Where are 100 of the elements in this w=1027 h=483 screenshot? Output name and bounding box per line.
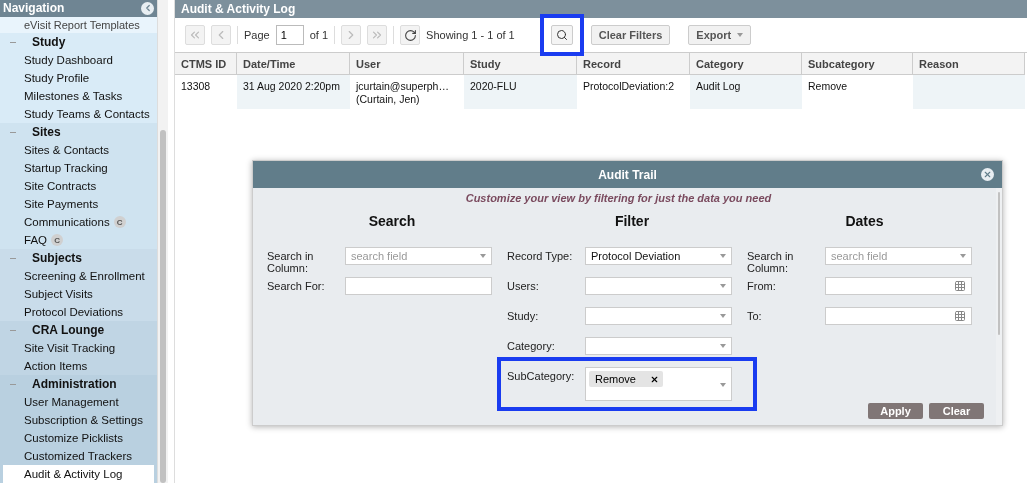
nav-group-label[interactable]: CRA Lounge (32, 323, 105, 337)
nav-item-label: Study Dashboard (24, 54, 113, 66)
column-header[interactable]: Study (464, 53, 577, 75)
page-input[interactable]: 1 (275, 25, 304, 45)
caret-icon (480, 254, 486, 258)
column-header[interactable]: Reason (913, 53, 1025, 75)
field-label: Search in Column: (267, 249, 315, 274)
collapse-icon[interactable] (141, 1, 154, 15)
column-header[interactable]: Record (577, 53, 690, 75)
scrollbar[interactable] (996, 188, 1002, 425)
nav-item-label: Milestones & Tasks (24, 90, 123, 102)
nav-group-label[interactable]: Subjects (32, 251, 82, 265)
multi-select-field[interactable]: Remove (585, 367, 732, 401)
clear-button[interactable]: Clear (929, 403, 984, 419)
page-count: of 1 (309, 29, 329, 41)
calendar-icon (954, 280, 966, 292)
date-field[interactable] (825, 307, 972, 325)
apply-button[interactable]: Apply (868, 403, 923, 419)
nav-item-label: User Management (24, 396, 119, 408)
input-field[interactable] (345, 277, 492, 295)
nav-item-label: Customize Picklists (24, 432, 124, 444)
nav-item-label: Screening & Enrollment (24, 270, 145, 282)
page-title: Audit & Activity Log (175, 0, 1027, 18)
field-label: To: (747, 309, 763, 322)
nav-item-label: Study Profile (24, 72, 90, 84)
nav-item[interactable]: Subject Visits (3, 285, 154, 303)
tag-text: Remove (595, 373, 636, 385)
nav-item-label: Audit & Activity Log (24, 468, 123, 480)
table-cell: Audit Log (690, 75, 802, 109)
nav-item[interactable]: FAQ C (3, 231, 154, 249)
column-header[interactable]: CTMS ID (175, 53, 237, 75)
nav-group-label[interactable]: Administration (32, 377, 117, 391)
scrollbar[interactable] (157, 0, 168, 483)
column-header[interactable]: Category (690, 53, 802, 75)
caret-icon (720, 254, 726, 258)
badge: C (51, 234, 63, 246)
nav-item-label: Protocol Deviations (24, 306, 124, 318)
field-label: Search For: (267, 279, 326, 292)
table-cell: 31 Aug 2020 2:20pm (237, 75, 350, 109)
nav-group-label[interactable]: Sites (32, 125, 61, 139)
nav-item[interactable]: Customize Picklists (3, 429, 154, 447)
double-chevron-left-icon (188, 28, 202, 42)
nav-item[interactable]: Subscription & Settings (3, 411, 154, 429)
nav-item[interactable]: Customized Trackers (3, 447, 154, 465)
dropdown-field[interactable] (585, 337, 732, 355)
section-heading: Search (367, 213, 417, 229)
nav-item-label: Site Contracts (24, 180, 97, 192)
caret-icon (720, 344, 726, 348)
search-icon (555, 29, 568, 41)
nav-item[interactable]: Study Teams & Contacts (3, 105, 154, 123)
dialog-title: Audit Trail (598, 167, 657, 182)
refresh-icon (403, 28, 417, 42)
search-button[interactable] (550, 25, 573, 45)
nav-group-label[interactable]: Study (32, 35, 66, 49)
nav-item[interactable]: Communications C (3, 213, 154, 231)
table-cell: 2020-FLU (464, 75, 577, 109)
section-heading: Filter (613, 213, 651, 229)
nav-item-label: Subscription & Settings (24, 414, 143, 426)
column-header[interactable]: Subcategory (802, 53, 913, 75)
clear-filters-button[interactable]: Clear Filters (590, 25, 671, 45)
field-label: SubCategory: (507, 369, 576, 382)
nav-item[interactable]: Screening & Enrollment (3, 267, 154, 285)
nav-item[interactable]: Audit & Activity Log (3, 465, 154, 483)
caret-icon (720, 383, 726, 387)
remove-icon[interactable] (649, 374, 659, 384)
refresh-button[interactable] (400, 25, 421, 45)
dropdown-field[interactable]: Protocol Deviation (585, 247, 732, 265)
column-header[interactable]: User (350, 53, 464, 75)
nav-item[interactable]: Study Dashboard (3, 51, 154, 69)
nav-item-label: Study Teams & Contacts (24, 108, 150, 120)
nav-item[interactable]: Study Profile (3, 69, 154, 87)
column-header[interactable]: Date/Time (237, 53, 350, 75)
field-label: Category: (507, 339, 556, 352)
nav-item-label: Communications (24, 216, 110, 228)
sidebar-title: Navigation (3, 1, 65, 16)
date-field[interactable] (825, 277, 972, 295)
nav-item[interactable]: User Management (3, 393, 154, 411)
dropdown-field[interactable] (585, 277, 732, 295)
field-label: Users: (507, 279, 540, 292)
calendar-icon (954, 310, 966, 322)
nav-item[interactable]: Site Contracts (3, 177, 154, 195)
dropdown-field[interactable] (585, 307, 732, 325)
nav-item[interactable]: Site Payments (3, 195, 154, 213)
field-label: Study: (507, 309, 540, 322)
field-label: From: (747, 279, 777, 292)
export-button[interactable]: Export (688, 25, 752, 45)
nav-item[interactable]: Site Visit Tracking (3, 339, 154, 357)
nav-item[interactable]: Protocol Deviations (3, 303, 154, 321)
nav-item[interactable]: Startup Tracking (3, 159, 154, 177)
nav-item[interactable]: Sites & Contacts (3, 141, 154, 159)
page-label: Page (244, 29, 270, 41)
nav-item-label: Subject Visits (24, 288, 93, 300)
nav-item[interactable]: Action Items (3, 357, 154, 375)
field-label: Record Type: (507, 249, 574, 262)
close-icon[interactable] (981, 168, 994, 181)
section-heading: Dates (844, 213, 885, 229)
nav-item-label: Action Items (24, 360, 88, 372)
nav-item[interactable]: Milestones & Tasks (3, 87, 154, 105)
caret-icon (720, 284, 726, 288)
caret-icon (720, 314, 726, 318)
